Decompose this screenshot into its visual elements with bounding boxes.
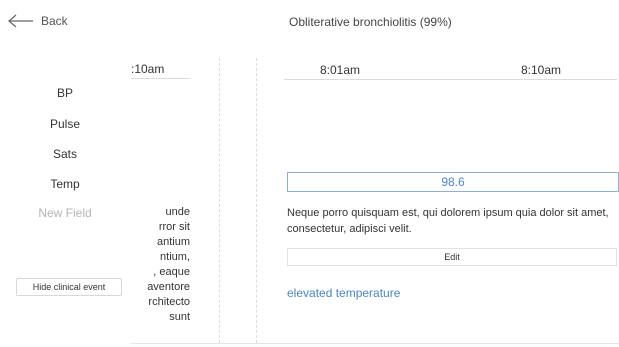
column-separator [219,58,220,343]
partial-note: unde rror sit antium ntium, , eaque aven… [131,205,190,325]
page-title: Obliterative bronchiolitis (99%) [289,15,452,29]
row-label-temp: Temp [50,177,80,191]
hide-clinical-event-button[interactable]: Hide clinical event [16,278,122,296]
clinical-note: Neque porro quisquam est, qui dolorem ip… [287,207,609,235]
row-label-bp: BP [56,86,73,100]
temp-input[interactable] [287,172,619,192]
bottom-divider [131,343,619,344]
note-line: , eaque [153,266,190,278]
note-line: ntium, [160,251,190,263]
note-line: rror sit [158,221,190,233]
note-line: aventore [147,281,190,293]
note-line: antium [156,236,190,248]
partial-time-column: :10am unde rror sit antium ntium, , eaqu… [131,58,190,343]
new-field-button[interactable]: New Field [0,206,130,220]
time-header: 8:10am [521,63,562,77]
row-label-pulse: Pulse [49,117,81,131]
column-separator [256,58,257,343]
column-divider [131,78,190,79]
column-time: :10am [131,62,165,76]
note-line: sunt [169,311,190,323]
event-column: 8:01am 8:10am Neque porro quisquam est, … [284,58,619,347]
note-line: unde [165,206,190,218]
time-header: 8:01am [320,63,361,77]
edit-button[interactable]: Edit [287,248,617,266]
column-divider [284,79,617,80]
row-labels: BP Pulse Sats Temp New Field Hide clinic… [0,0,130,347]
row-label-sats: Sats [52,147,77,161]
note-line: rchitecto [148,296,190,308]
clinical-event-link[interactable]: elevated temperature [287,286,400,300]
